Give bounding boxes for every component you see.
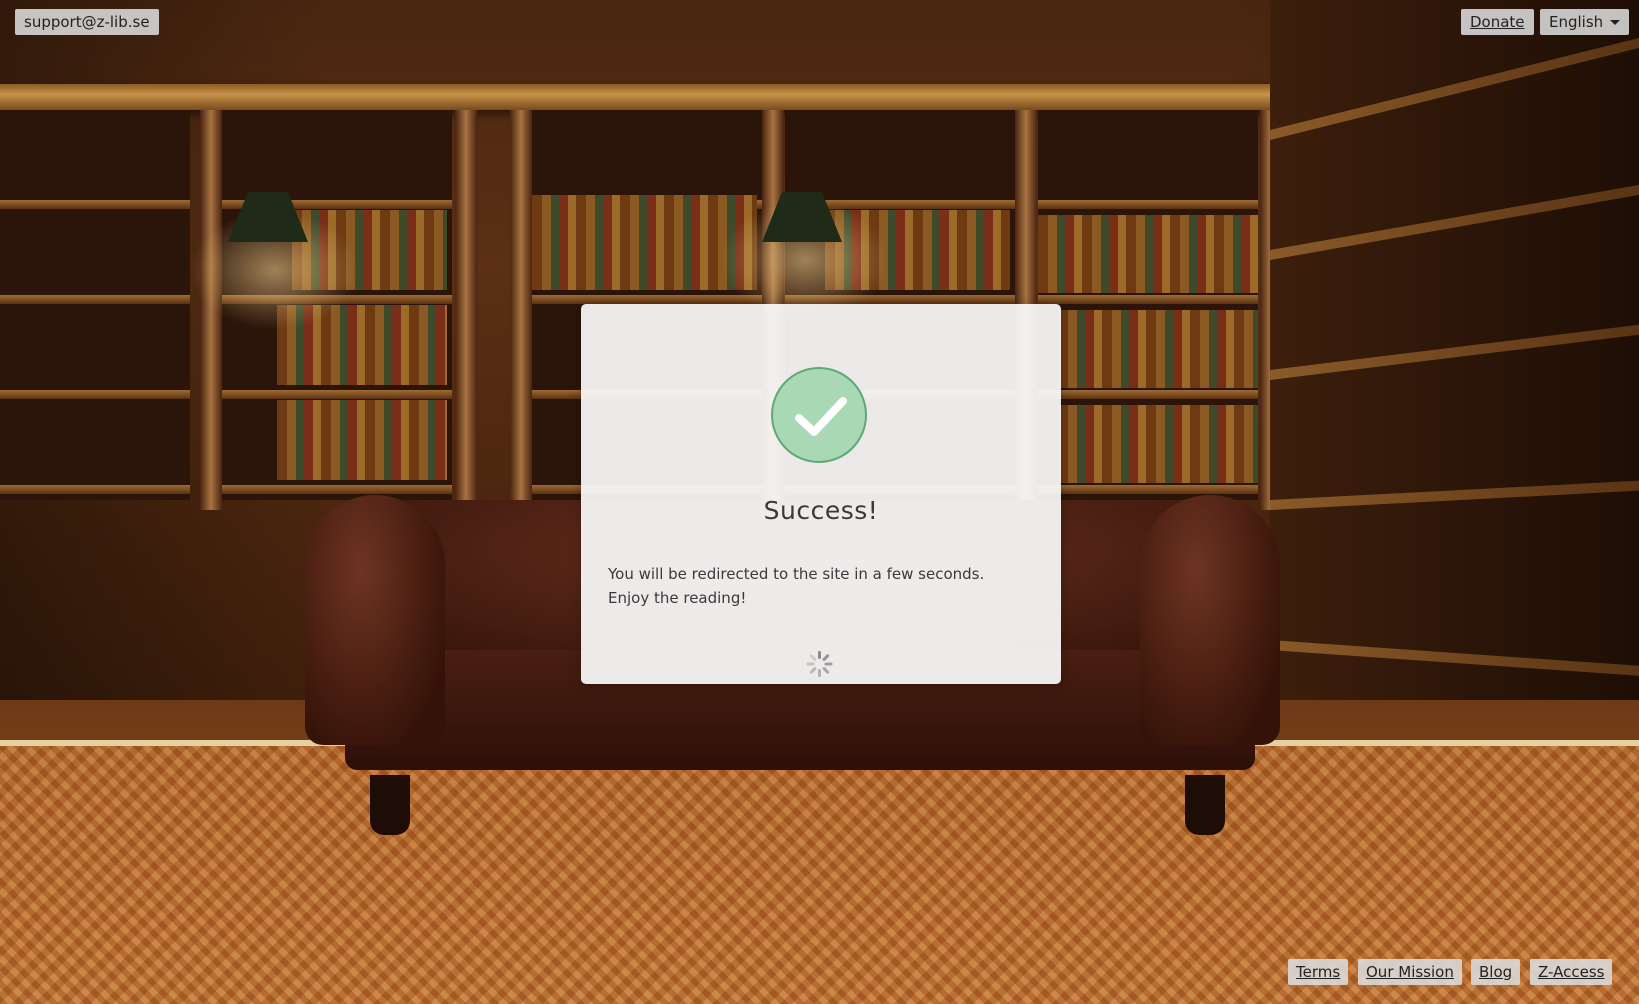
- donate-link[interactable]: Donate: [1461, 9, 1534, 35]
- loading-spinner-icon: [806, 651, 833, 677]
- redirect-message: You will be redirected to the site in a …: [608, 565, 985, 607]
- success-modal: Success! You will be redirected to the s…: [581, 304, 1061, 684]
- language-selector[interactable]: English: [1540, 9, 1630, 35]
- caret-down-icon: [1610, 20, 1621, 25]
- footer-link-terms[interactable]: Terms: [1288, 959, 1349, 985]
- support-email: support@z-lib.se: [15, 9, 159, 35]
- modal-title: Success!: [763, 496, 879, 525]
- footer-link-blog[interactable]: Blog: [1471, 959, 1521, 985]
- footer-link-our-mission[interactable]: Our Mission: [1358, 959, 1462, 985]
- check-icon: [771, 367, 867, 463]
- footer-link-z-access[interactable]: Z-Access: [1530, 959, 1613, 985]
- language-selected-label: English: [1549, 13, 1604, 31]
